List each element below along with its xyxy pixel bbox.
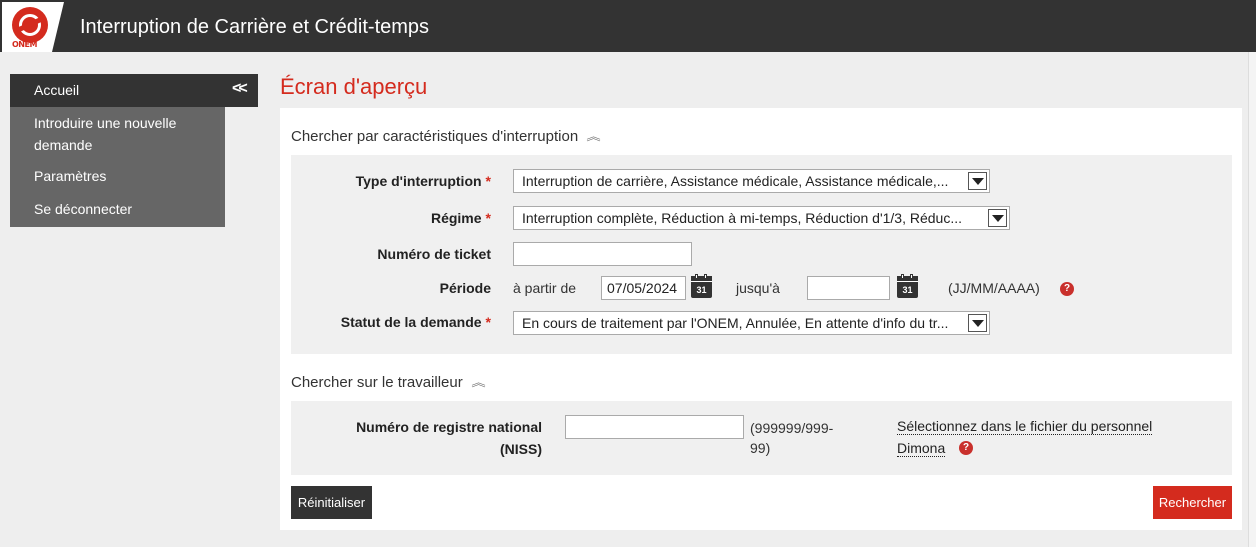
sidebar-item-accueil[interactable]: Accueil <<	[10, 74, 258, 107]
search-button[interactable]: Rechercher	[1153, 486, 1232, 519]
statut-label: Statut de la demande *	[340, 314, 491, 330]
regime-select[interactable]: Interruption complète, Réduction à mi-te…	[513, 206, 1010, 230]
date-from-input[interactable]: 07/05/2024	[601, 276, 686, 300]
niss-format-hint: (999999/999- 99)	[750, 420, 834, 456]
dropdown-arrow-icon[interactable]	[988, 209, 1007, 227]
travailleur-form: Numéro de registre national (NISS) (9999…	[291, 401, 1232, 475]
from-label: à partir de	[513, 280, 577, 296]
collapse-chevron-icon[interactable]: ︽	[587, 127, 601, 147]
sidebar-item-deconnecter[interactable]: Se déconnecter	[34, 198, 132, 220]
interruption-form: Type d'interruption * Interruption de car…	[291, 155, 1232, 354]
type-interruption-select[interactable]: Interruption de carrière, Assistance méd…	[513, 169, 990, 193]
dropdown-arrow-icon[interactable]	[968, 172, 987, 190]
dimona-link[interactable]: Sélectionnez dans le fichier du personne…	[897, 415, 1153, 459]
regime-label: Régime *	[430, 210, 491, 226]
ticket-label: Numéro de ticket	[377, 246, 491, 262]
section-interruption-header[interactable]: Chercher par caractéristiques d'interrup…	[291, 127, 601, 147]
calendar-icon[interactable]: 31	[897, 274, 918, 298]
reset-button[interactable]: Réinitialiser	[291, 486, 372, 519]
section-interruption-title: Chercher par caractéristiques d'interrup…	[291, 128, 579, 145]
periode-label: Période	[439, 280, 491, 296]
dropdown-arrow-icon[interactable]	[968, 314, 987, 332]
logo-emblem-icon	[12, 7, 48, 43]
niss-input[interactable]	[565, 415, 744, 439]
type-interruption-label: Type d'interruption *	[355, 173, 491, 189]
page-title: Écran d'aperçu	[280, 74, 428, 99]
section-travailleur-title: Chercher sur le travailleur	[291, 374, 463, 391]
collapse-sidebar-icon[interactable]: <<	[232, 80, 248, 98]
top-header: ONEM Interruption de Carrière et Crédit-…	[0, 0, 1256, 52]
sidebar-nav: Accueil << Introduire une nouvelle deman…	[10, 74, 258, 227]
sidebar-item-parametres[interactable]: Paramètres	[34, 165, 106, 187]
sidebar-item-label: Accueil	[34, 82, 80, 98]
collapse-chevron-icon[interactable]: ︽	[471, 373, 485, 393]
help-icon[interactable]: ?	[1060, 282, 1074, 296]
section-travailleur-header[interactable]: Chercher sur le travailleur ︽	[291, 373, 485, 393]
date-to-input[interactable]	[807, 276, 890, 300]
date-format-hint: (JJ/MM/AAAA)	[948, 280, 1040, 296]
help-icon[interactable]: ?	[959, 441, 973, 455]
onem-logo[interactable]: ONEM	[2, 2, 64, 52]
to-label: jusqu'à	[736, 280, 780, 296]
sidebar-item-nouvelle-demande-line2[interactable]: demande	[34, 134, 92, 156]
niss-label: Numéro de registre national (NISS)	[356, 419, 542, 457]
calendar-icon[interactable]: 31	[691, 274, 712, 298]
ticket-input[interactable]	[513, 242, 692, 266]
logo-text: ONEM	[12, 40, 37, 49]
app-title: Interruption de Carrière et Crédit-temps	[80, 16, 430, 38]
scrollbar[interactable]	[1248, 52, 1256, 547]
search-panel: Chercher par caractéristiques d'interrup…	[280, 108, 1242, 530]
sidebar-item-nouvelle-demande[interactable]: Introduire une nouvelle	[34, 112, 176, 134]
statut-select[interactable]: En cours de traitement par l'ONEM, Annul…	[513, 311, 990, 335]
